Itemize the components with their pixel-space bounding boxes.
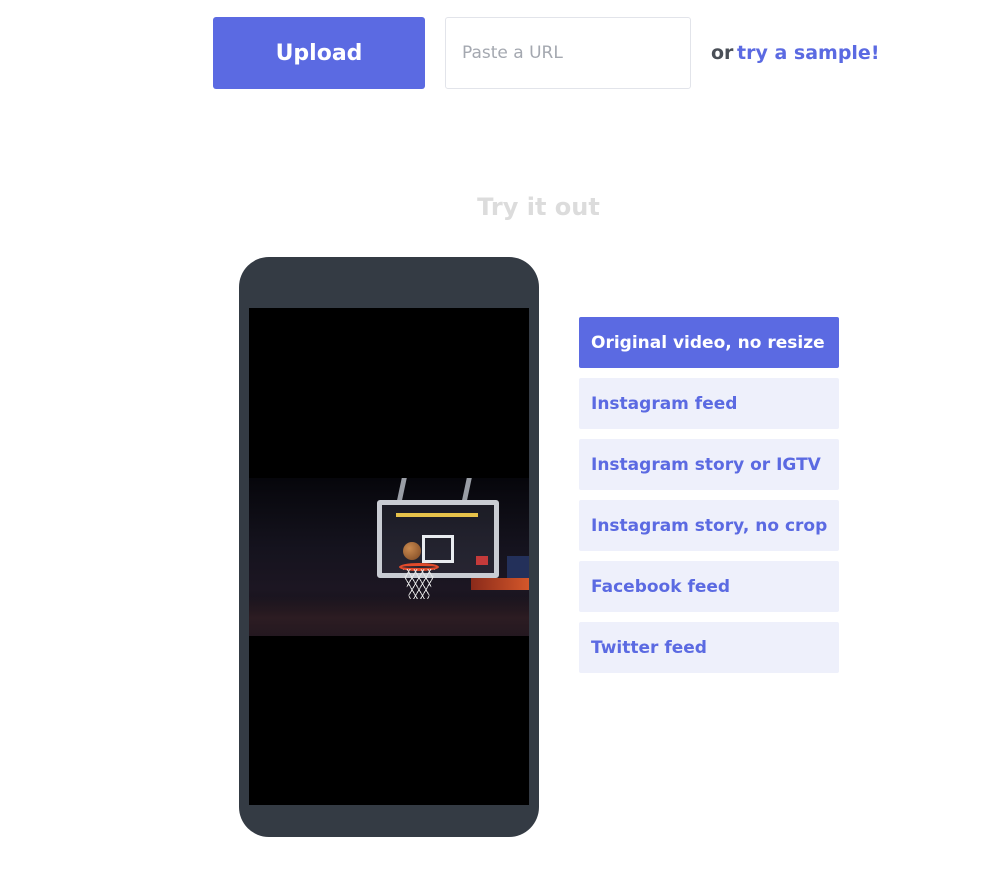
option-twitter-feed[interactable]: Twitter feed	[579, 622, 839, 673]
flag-decal	[476, 556, 488, 565]
try-sample-link[interactable]: try a sample!	[737, 40, 879, 66]
phone-screen	[249, 308, 529, 805]
hoop-net	[403, 569, 435, 599]
video-preview[interactable]	[249, 478, 529, 636]
url-input[interactable]	[445, 17, 691, 89]
section-heading: Try it out	[477, 193, 600, 221]
or-text: or	[711, 42, 734, 64]
option-instagram-story-igtv[interactable]: Instagram story or IGTV	[579, 439, 839, 490]
crowd-background	[249, 596, 529, 636]
option-instagram-story-no-crop[interactable]: Instagram story, no crop	[579, 500, 839, 551]
option-instagram-feed[interactable]: Instagram feed	[579, 378, 839, 429]
upload-button[interactable]: Upload	[213, 17, 425, 89]
option-facebook-feed[interactable]: Facebook feed	[579, 561, 839, 612]
phone-mockup	[239, 257, 539, 837]
page: Upload or try a sample! Try it out	[0, 0, 995, 871]
option-original-video[interactable]: Original video, no resize	[579, 317, 839, 368]
basketball	[403, 542, 421, 560]
backboard-light-strip	[396, 513, 478, 517]
format-options-list: Original video, no resize Instagram feed…	[579, 317, 839, 683]
arena-led-board	[471, 578, 529, 590]
backboard-square	[422, 535, 454, 563]
